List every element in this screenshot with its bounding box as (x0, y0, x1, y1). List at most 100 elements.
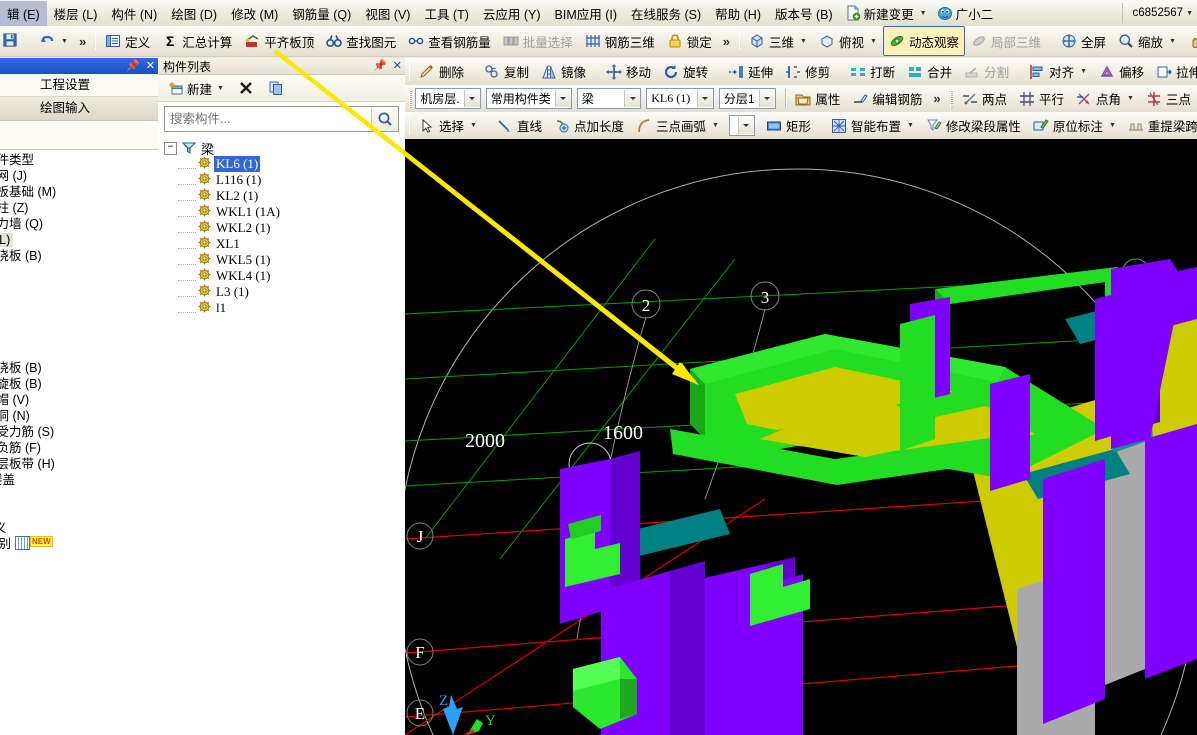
property-button[interactable]: 属性 (789, 85, 846, 112)
toolbar-overflow-button-1[interactable]: » (74, 34, 91, 49)
parallel-button[interactable]: 平行 (1013, 85, 1070, 112)
search-component-box[interactable] (164, 106, 399, 132)
view-3d-chevron-down-icon[interactable]: ▼ (800, 38, 807, 45)
arc-chevron-down-icon[interactable]: ▼ (712, 122, 719, 129)
nav-item-floor-cover[interactable]: 楼盖 (0, 472, 158, 488)
copy-component-button[interactable] (264, 78, 288, 98)
two-point-button[interactable]: 两点 (956, 85, 1013, 112)
nav-item-recognize[interactable]: 识别NEW (0, 536, 158, 552)
collapse-icon[interactable]: − (164, 141, 177, 155)
stretch-button[interactable]: 拉伸 (1150, 58, 1197, 85)
column-purple-8-side[interactable] (670, 561, 705, 735)
toolbar-overflow-button-2[interactable]: » (718, 34, 735, 49)
menu-edit[interactable]: 辑 (E) (0, 0, 47, 26)
in-situ-note-chevron-down-icon[interactable]: ▼ (1109, 122, 1116, 129)
view-rebar-qty-button[interactable]: 查看钢筋量 (402, 26, 497, 56)
component-select-chevron-down-icon[interactable] (696, 90, 713, 107)
floor-select[interactable]: 机房层. (415, 88, 481, 109)
nav-item-spiral-slab[interactable]: 螺旋板 (B) (0, 376, 158, 392)
point-plus-length-button[interactable]: 点加长度 (548, 112, 630, 139)
in-situ-annotation-button[interactable]: 原位标注 ▼ (1027, 112, 1122, 139)
component-list-close-icon[interactable]: ✕ (393, 60, 402, 72)
align-button[interactable]: 对齐 ▼ (1023, 58, 1093, 85)
nav-item-floor-slab-band[interactable]: 楼层板带 (H) (0, 456, 158, 472)
search-input[interactable] (165, 107, 371, 131)
menu-draw[interactable]: 绘图 (D) (164, 1, 224, 26)
layer-select[interactable]: 分层1 (718, 88, 776, 109)
floor-select-chevron-down-icon[interactable] (463, 90, 480, 107)
component-type-select-chevron-down-icon[interactable] (624, 90, 641, 107)
category-select[interactable]: 常用构件类 (485, 88, 572, 109)
column-purple-10[interactable] (990, 374, 1030, 491)
list-item[interactable]: KL6 (1) (164, 156, 405, 172)
three-point-button[interactable]: 三点 (1140, 85, 1197, 112)
three-point-arc-button[interactable]: 三点画弧 ▼ (630, 112, 725, 139)
trim-button[interactable]: 修剪 (779, 58, 836, 85)
fullscreen-button[interactable]: 全屏 (1055, 26, 1112, 56)
respan-beam-button[interactable]: 重提梁跨 ▼ (1122, 112, 1197, 139)
toolbar-grip-2[interactable] (739, 32, 741, 50)
nav-item-axis-grid[interactable]: 轴网 (J) (0, 168, 158, 184)
pan-button[interactable]: 平移 ▼ (1182, 26, 1197, 56)
menu-online-service[interactable]: 在线服务 (S) (624, 1, 708, 26)
new-component-chevron-down-icon[interactable]: ▼ (217, 85, 224, 92)
nav-item-hole[interactable]: 洞 (0, 296, 158, 312)
context-toolbar-overflow-button[interactable]: » (928, 91, 945, 106)
batch-select-button[interactable]: 批量选择 (497, 26, 579, 56)
nav-item-cast-slab-2[interactable]: 现浇板 (B) (0, 360, 158, 376)
rotate-button[interactable]: 旋转 (657, 58, 714, 85)
flush-slab-top-button[interactable]: 平齐板顶 (238, 26, 320, 56)
nav-item-beam[interactable]: 梁 (L) (0, 232, 158, 248)
list-item[interactable]: L116 (1) (164, 172, 405, 188)
rebar-3d-button[interactable]: 钢筋三维 (579, 26, 661, 56)
component-tree-root[interactable]: − 梁 (164, 140, 405, 157)
view-3d-button[interactable]: 三维 ▼ (743, 26, 813, 56)
extend-button[interactable]: 延伸 (722, 58, 779, 85)
list-item[interactable]: KL2 (1) (164, 188, 405, 204)
list-item[interactable]: l1 (164, 300, 405, 316)
draw-toolbar-grip[interactable] (409, 116, 410, 135)
zoom-button[interactable]: 缩放 ▼ (1112, 26, 1182, 56)
top-view-button[interactable]: 俯视 ▼ (813, 26, 883, 56)
menu-tools[interactable]: 工具 (T) (417, 1, 475, 26)
point-angle-button[interactable]: 点角 ▼ (1070, 85, 1140, 112)
partial-3d-button[interactable]: 局部三维 (965, 26, 1047, 56)
line-button[interactable]: 直线 (491, 112, 548, 139)
find-element-button[interactable]: 查找图元 (320, 26, 402, 56)
move-button[interactable]: 移动 (600, 58, 657, 85)
category-select-chevron-down-icon[interactable] (554, 90, 571, 107)
nav-item-shear-wall[interactable]: 剪力墙 (Q) (0, 216, 158, 232)
list-item[interactable]: WKL5 (1) (164, 252, 405, 268)
menu-version[interactable]: 版本号 (B) (768, 1, 840, 26)
edit-rebar-button[interactable]: 编辑钢筋 (846, 85, 928, 112)
draw-option-select[interactable] (728, 115, 755, 136)
user-account-button[interactable]: 广小二 (932, 2, 999, 25)
green-block-left-side[interactable] (620, 679, 637, 719)
top-view-chevron-down-icon[interactable]: ▼ (870, 38, 877, 45)
tab-draw-input[interactable]: 绘图输入 (0, 97, 158, 120)
list-item[interactable]: L3 (1) (164, 284, 405, 300)
undo-chevron-down-icon[interactable]: ▼ (61, 38, 68, 45)
lock-button[interactable]: 锁定 (661, 26, 718, 56)
3d-viewport[interactable]: J F E 2 3 2000 1600 Z Y (405, 139, 1197, 735)
layer-select-chevron-down-icon[interactable] (758, 90, 775, 107)
edit-toolbar-grip[interactable] (409, 62, 410, 81)
nav-item-column-cap[interactable]: 柱帽 (V) (0, 392, 158, 408)
column-purple-7[interactable] (1043, 459, 1105, 724)
delete-button[interactable]: 删除 (413, 58, 470, 85)
draw-option-select-chevron-down-icon[interactable] (737, 117, 754, 134)
component-select[interactable]: KL6 (1) (646, 88, 714, 109)
new-change-button[interactable]: 新建变更 ▼ (840, 2, 932, 25)
menu-floor[interactable]: 楼层 (L) (47, 1, 105, 26)
copy-button[interactable]: 复制 (478, 58, 535, 85)
rectangle-button[interactable]: 矩形 (760, 112, 817, 139)
component-type-select[interactable]: 梁 (576, 88, 642, 109)
component-list-pin-icon[interactable]: 📌 (373, 60, 387, 72)
pin-icon[interactable]: 📌 (126, 60, 140, 72)
nav-item-frame-column[interactable]: 框柱 (Z) (0, 200, 158, 216)
smart-layout-button[interactable]: 智能布置 ▼ (825, 112, 920, 139)
3d-scene[interactable]: J F E 2 3 2000 1600 Z Y (405, 139, 1197, 735)
define-button[interactable]: 定义 (99, 26, 156, 56)
menu-bim-app[interactable]: BIM应用 (I) (548, 1, 625, 26)
tab-project-settings[interactable]: 工程设置 (0, 74, 158, 97)
